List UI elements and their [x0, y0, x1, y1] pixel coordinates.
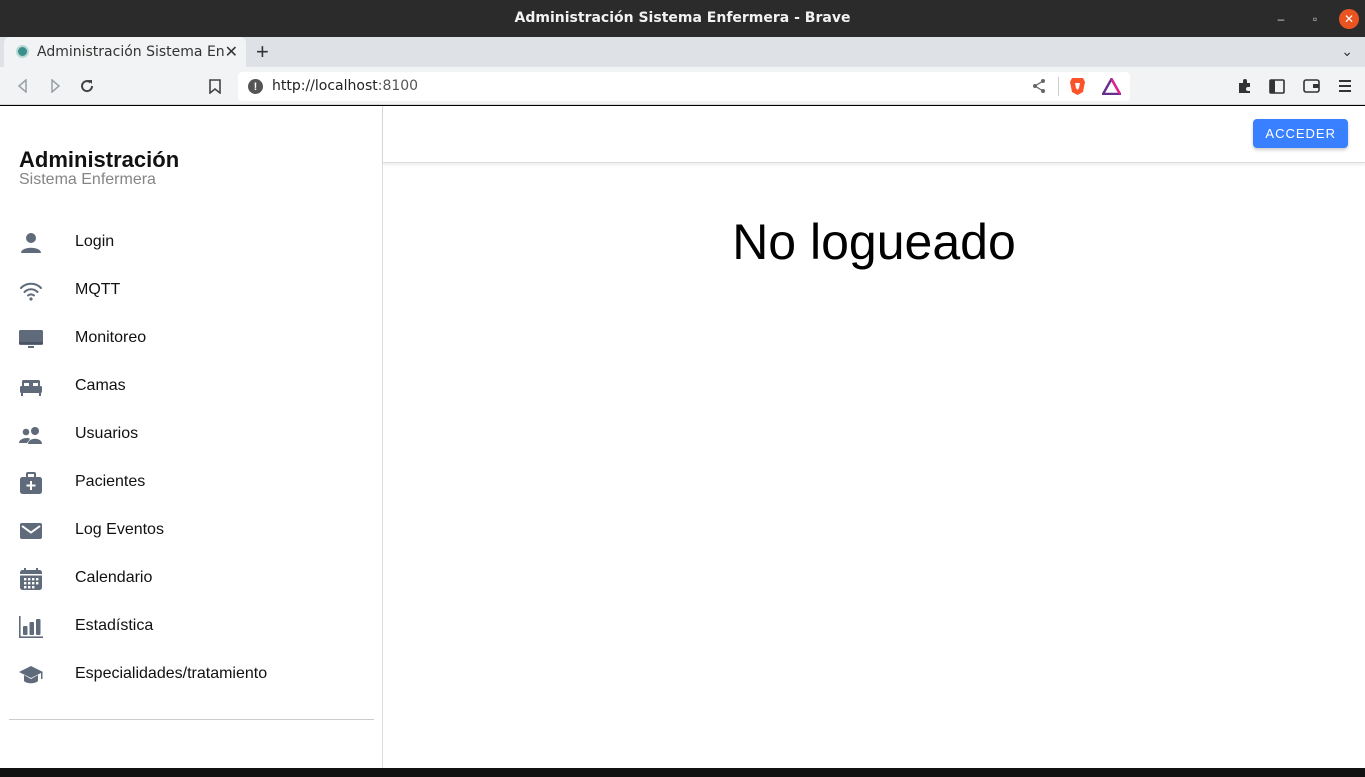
screen-bottom-bar: [0, 768, 1365, 777]
brave-shields-icon[interactable]: [1069, 77, 1086, 101]
bed-icon: [20, 380, 42, 396]
browser-toolbar: ! http://localhost:8100: [0, 67, 1365, 105]
menu-item-login[interactable]: Login: [0, 219, 382, 267]
menu-item-mqtt[interactable]: MQTT: [0, 267, 382, 315]
tab-title: Administración Sistema Enfermera: [37, 44, 224, 60]
menu-title: Administración: [19, 147, 180, 172]
site-info-icon[interactable]: !: [248, 79, 263, 94]
menu-item-monitoreo[interactable]: Monitoreo: [0, 315, 382, 363]
medkit-icon: [20, 472, 42, 494]
minimize-button[interactable]: –: [1271, 9, 1291, 29]
app-viewport: Administración Sistema Enfermera Login M…: [0, 106, 1365, 768]
menu-subtitle: Sistema Enfermera: [19, 171, 156, 188]
extensions-icon[interactable]: [1235, 76, 1255, 96]
menu-item-estadistica[interactable]: Estadística: [0, 603, 382, 651]
new-tab-button[interactable]: +: [256, 39, 269, 65]
menu-item-usuarios[interactable]: Usuarios: [0, 411, 382, 459]
forward-button[interactable]: [45, 76, 65, 96]
address-divider: [1058, 77, 1059, 96]
tab-close-icon[interactable]: ✕: [225, 42, 238, 62]
menu-item-label: Monitoreo: [75, 329, 147, 346]
menu-item-label: Calendario: [75, 569, 153, 586]
menu-divider: [9, 719, 374, 720]
window-titlebar: Administración Sistema Enfermera - Brave…: [0, 0, 1365, 37]
side-menu: Administración Sistema Enfermera Login M…: [0, 106, 383, 768]
school-icon: [19, 666, 43, 684]
menu-item-label: Usuarios: [75, 425, 139, 442]
sidebar-toggle-icon[interactable]: [1267, 76, 1287, 96]
reload-button[interactable]: [77, 76, 97, 96]
tab-search-chevron-icon[interactable]: ⌄: [1341, 43, 1353, 60]
menu-item-label: Pacientes: [75, 473, 146, 490]
menu-item-label: Log Eventos: [75, 521, 164, 538]
close-window-button[interactable]: ✕: [1339, 9, 1359, 29]
address-bar[interactable]: ! http://localhost:8100: [238, 72, 1130, 101]
menu-item-pacientes[interactable]: Pacientes: [0, 459, 382, 507]
desktop-icon: [19, 330, 43, 348]
menu-item-calendario[interactable]: Calendario: [0, 555, 382, 603]
brave-rewards-icon[interactable]: [1100, 76, 1123, 100]
page-heading: No logueado: [732, 214, 1016, 270]
calendar-icon: [20, 568, 42, 590]
people-icon: [19, 427, 42, 444]
menu-item-label: MQTT: [75, 281, 121, 298]
menu-item-camas[interactable]: Camas: [0, 363, 382, 411]
maximize-button[interactable]: ▫: [1305, 9, 1325, 29]
acceder-button[interactable]: ACCEDER: [1253, 119, 1348, 148]
menu-item-label: Login: [75, 233, 115, 250]
menu-item-label: Especialidades/tratamiento: [75, 665, 268, 682]
mail-icon: [20, 523, 42, 539]
main-header-toolbar: ACCEDER: [383, 106, 1365, 163]
menu-item-label: Camas: [75, 377, 126, 394]
menu-item-especialidades[interactable]: Especialidades/tratamiento: [0, 651, 382, 699]
site-favicon-icon: [16, 45, 29, 58]
stats-chart-icon: [19, 616, 43, 638]
share-icon[interactable]: [1031, 78, 1047, 99]
bookmark-icon[interactable]: [205, 76, 225, 96]
back-button[interactable]: [13, 76, 33, 96]
tab-active[interactable]: Administración Sistema Enfermera ✕: [4, 37, 246, 67]
person-icon: [21, 233, 41, 253]
menu-item-label: Estadística: [75, 617, 154, 634]
browser-menu-icon[interactable]: [1335, 76, 1355, 96]
menu-item-log-eventos[interactable]: Log Eventos: [0, 507, 382, 555]
tab-bar: Administración Sistema Enfermera ✕ + ⌄: [0, 37, 1365, 67]
wifi-icon: [20, 282, 42, 301]
wallet-icon[interactable]: [1301, 76, 1321, 96]
url-text: http://localhost:8100: [272, 78, 419, 94]
window-title: Administración Sistema Enfermera - Brave: [514, 10, 851, 26]
